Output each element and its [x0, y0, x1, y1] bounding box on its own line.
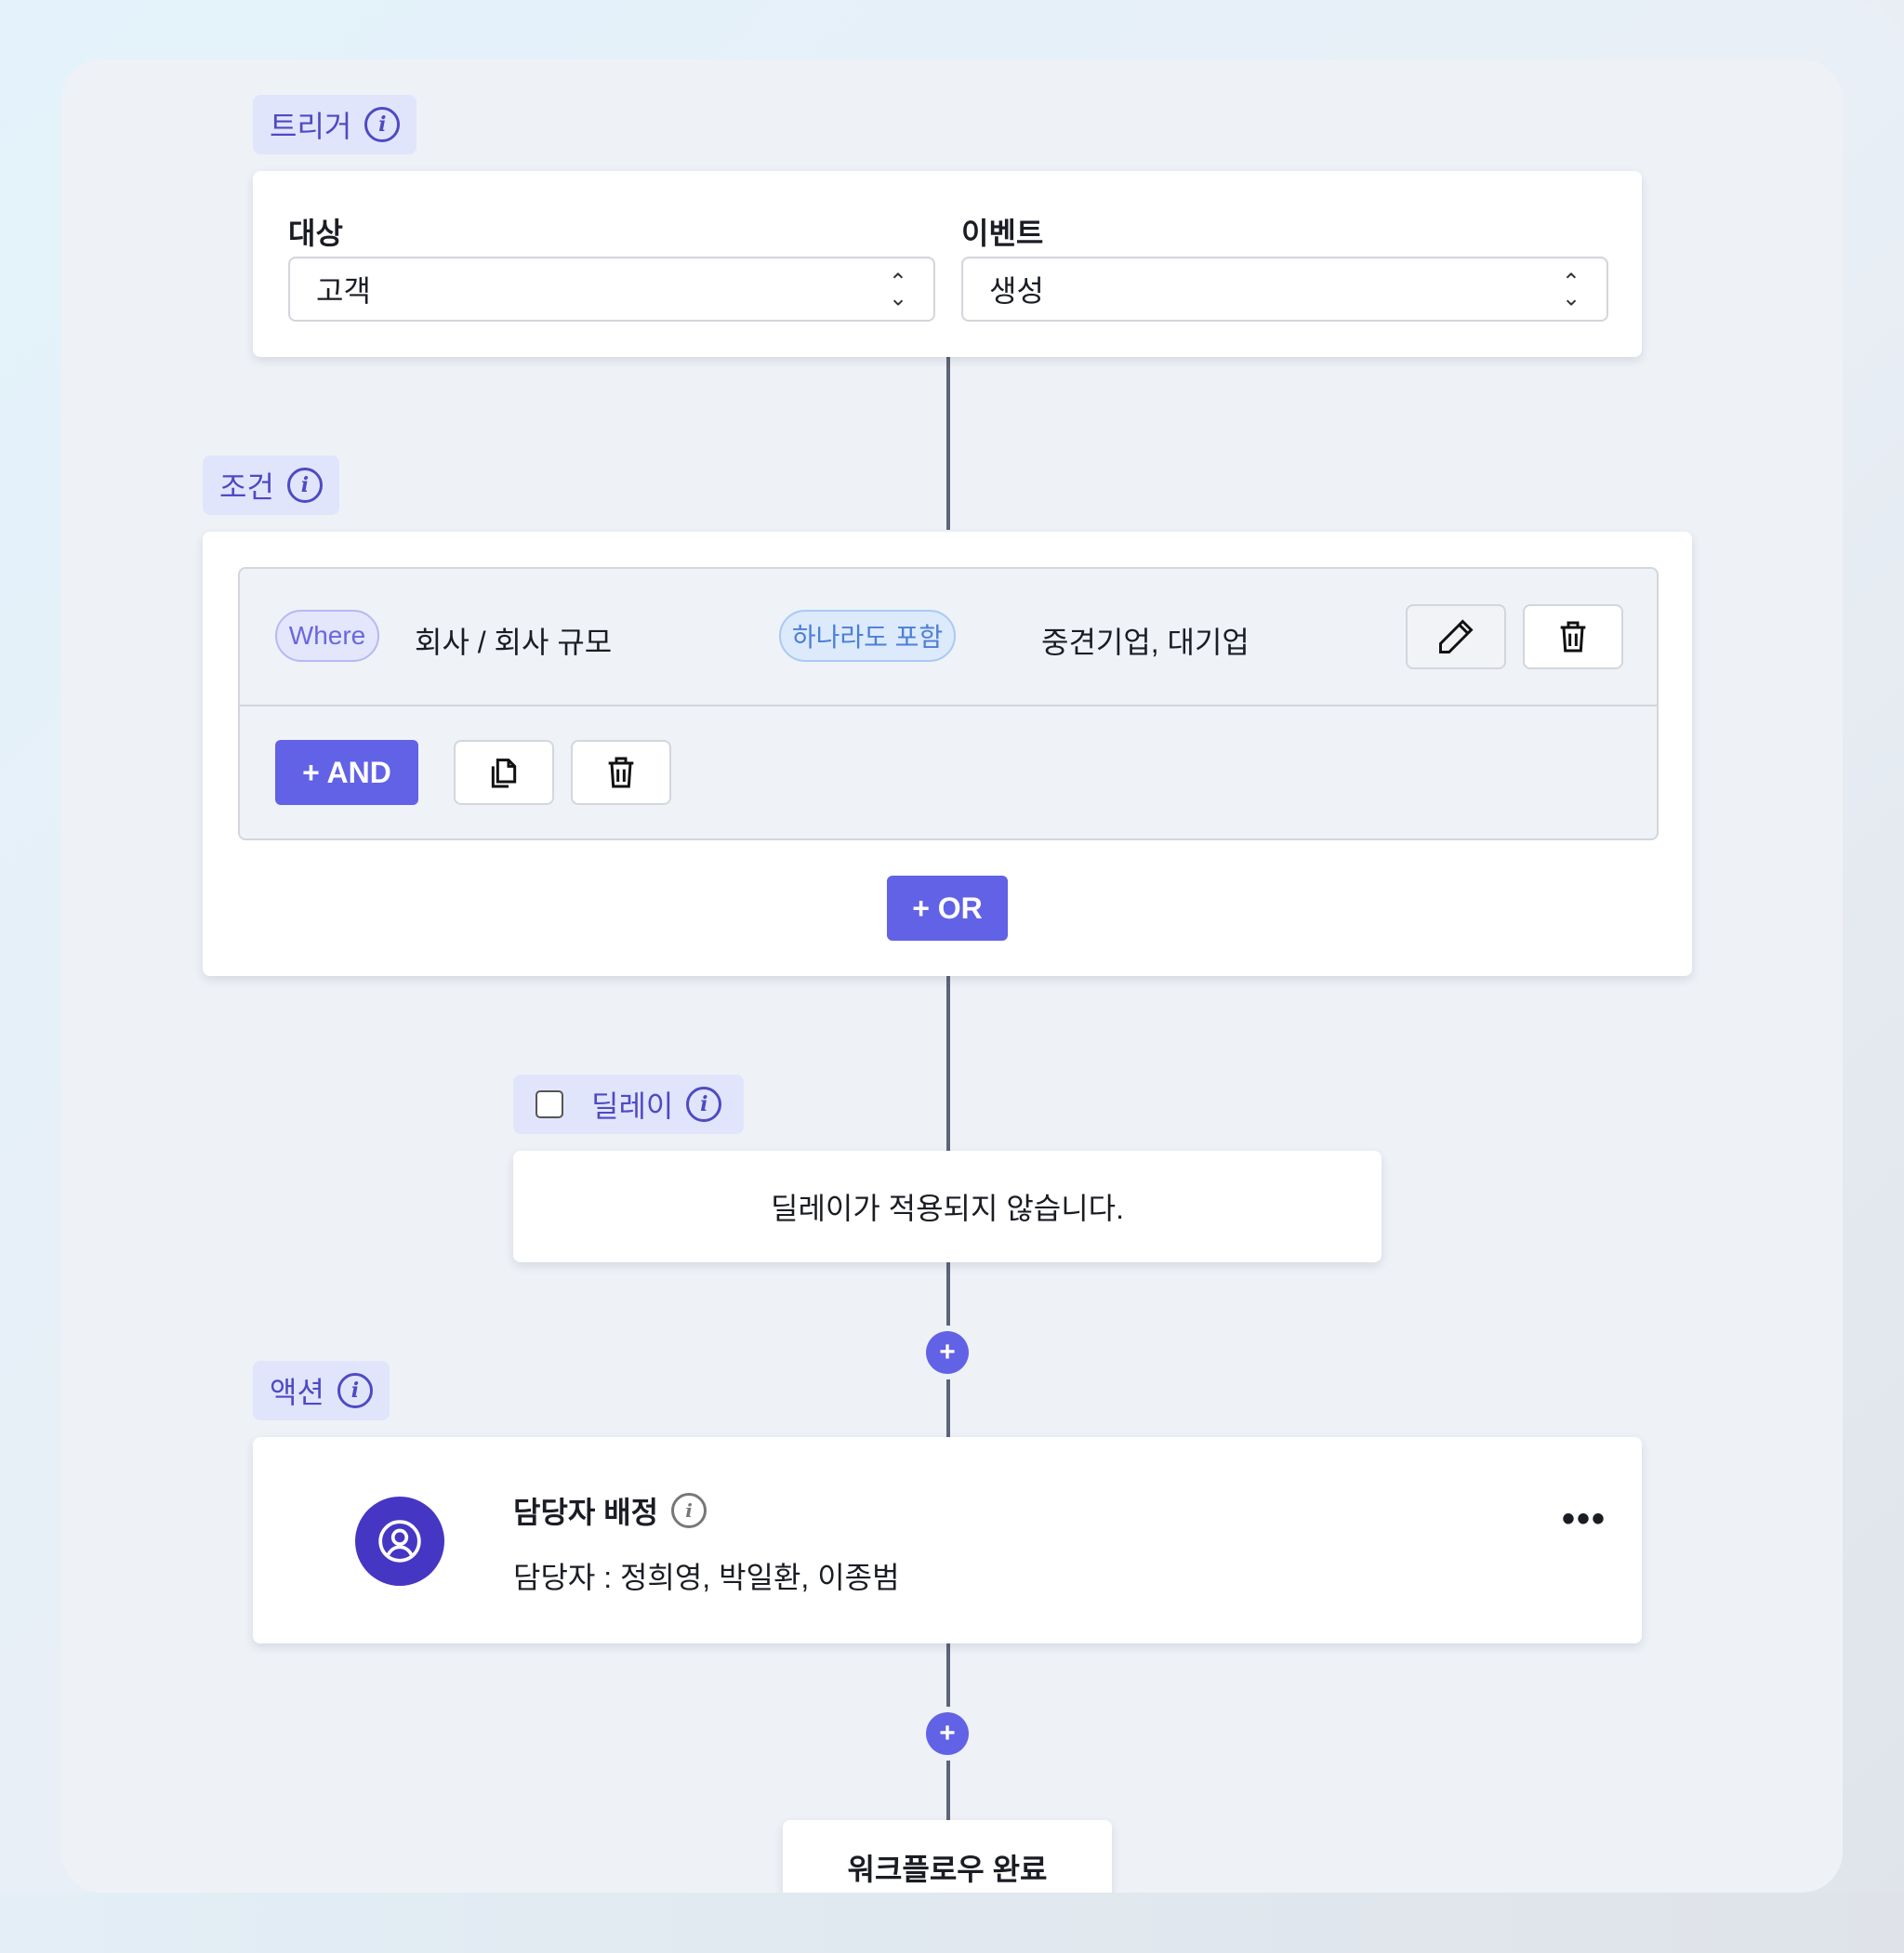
- event-label: 이벤트: [961, 217, 1044, 250]
- operator-badge: 하나라도 포함: [779, 610, 956, 662]
- window-bottom-edge: [0, 1893, 1904, 1953]
- delay-tag: 딜레이 i: [513, 1075, 745, 1134]
- copy-icon: [491, 759, 517, 788]
- add-step-button[interactable]: +: [926, 1712, 969, 1755]
- target-select-value: 고객: [316, 274, 371, 308]
- info-icon[interactable]: i: [686, 1087, 722, 1122]
- where-badge: Where: [275, 610, 379, 662]
- event-select[interactable]: 생성 ⌃ ⌃: [961, 257, 1608, 322]
- target-label: 대상: [288, 217, 343, 250]
- connector-line: [946, 976, 950, 1151]
- condition-field: 회사 / 회사 규모: [415, 626, 613, 659]
- info-icon[interactable]: i: [337, 1373, 373, 1408]
- condition-tag-label: 조건: [219, 470, 274, 504]
- trash-icon: [1560, 621, 1586, 653]
- assignee-avatar: [355, 1497, 444, 1586]
- user-circle-icon: [378, 1520, 421, 1563]
- trigger-card: 대상 이벤트 고객 ⌃ ⌃ 생성 ⌃ ⌃: [253, 171, 1642, 357]
- delay-checkbox[interactable]: [536, 1090, 563, 1118]
- action-description: 담당자 : 정희영, 박일환, 이종범: [513, 1561, 900, 1594]
- condition-values: 중견기업, 대기업: [1041, 626, 1250, 659]
- info-icon[interactable]: i: [671, 1493, 707, 1528]
- info-icon[interactable]: i: [364, 107, 401, 142]
- workflow-end-card: 워크플로우 완료: [783, 1820, 1112, 1893]
- action-title-row: 담당자 배정 i: [513, 1489, 707, 1532]
- divider: [240, 705, 1657, 706]
- connector-line: [946, 357, 950, 530]
- delete-condition-button[interactable]: [1523, 604, 1623, 669]
- trigger-tag-label: 트리거: [270, 110, 352, 143]
- action-tag-label: 액션: [270, 1376, 324, 1409]
- delay-message: 딜레이가 적용되지 않습니다.: [771, 1192, 1124, 1225]
- condition-group: Where 회사 / 회사 규모 하나라도 포함 중견기업, 대기업 + AND: [238, 567, 1659, 840]
- event-select-value: 생성: [989, 274, 1044, 308]
- chevron-up-down-icon: ⌃ ⌃: [1561, 270, 1580, 310]
- delete-group-button[interactable]: [571, 740, 671, 805]
- trash-icon: [608, 757, 634, 788]
- delay-card: 딜레이가 적용되지 않습니다.: [513, 1151, 1382, 1262]
- delay-tag-label: 딜레이: [591, 1089, 674, 1123]
- action-card[interactable]: [253, 1437, 1642, 1643]
- copy-group-button[interactable]: [454, 740, 554, 805]
- target-select[interactable]: 고객 ⌃ ⌃: [288, 257, 935, 322]
- add-or-button[interactable]: + OR: [887, 876, 1008, 941]
- delay-tag-title: 딜레이 i: [591, 1083, 722, 1126]
- edit-condition-button[interactable]: [1406, 604, 1506, 669]
- action-tag: 액션 i: [253, 1361, 390, 1420]
- add-and-button[interactable]: + AND: [275, 740, 418, 805]
- chevron-up-down-icon: ⌃ ⌃: [888, 270, 907, 310]
- pencil-icon: [1439, 619, 1474, 653]
- trigger-tag: 트리거 i: [253, 95, 417, 154]
- add-step-button[interactable]: +: [926, 1331, 969, 1374]
- action-title: 담당자 배정: [513, 1496, 659, 1529]
- more-options-icon[interactable]: •••: [1562, 1498, 1606, 1540]
- info-icon[interactable]: i: [286, 468, 323, 503]
- workflow-end-label: 워크플로우 완료: [847, 1853, 1048, 1886]
- condition-tag: 조건 i: [203, 455, 339, 515]
